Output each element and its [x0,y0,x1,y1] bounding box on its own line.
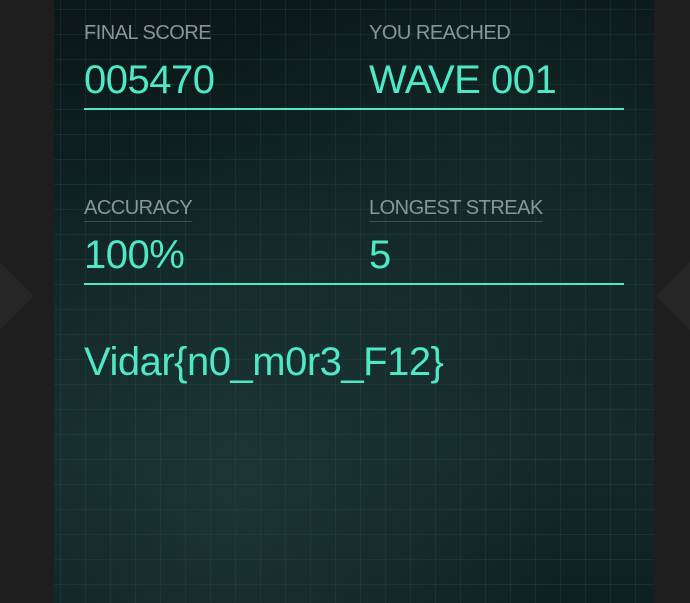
wave-reached-stat: YOU REACHED WAVE 001 [369,22,624,108]
final-score-label: FINAL SCORE [84,22,212,44]
wave-reached-label: YOU REACHED [369,22,511,44]
final-score-value: 005470 [84,58,215,102]
previous-arrow-icon[interactable] [0,262,34,330]
longest-streak-stat: LONGEST STREAK 5 [369,197,624,283]
longest-streak-label: LONGEST STREAK [369,197,543,222]
results-panel: FINAL SCORE 005470 YOU REACHED WAVE 001 … [54,0,654,603]
longest-streak-value: 5 [369,233,391,277]
final-score-stat: FINAL SCORE 005470 [84,22,344,108]
wave-reached-value: WAVE 001 [369,58,557,102]
accuracy-label: ACCURACY [84,197,193,222]
flag-text: Vidar{n0_m0r3_F12} [84,340,444,384]
top-divider [84,108,624,110]
accuracy-value: 100% [84,233,185,277]
game-over-screen: FINAL SCORE 005470 YOU REACHED WAVE 001 … [0,0,690,603]
accuracy-stat: ACCURACY 100% [84,197,344,283]
next-arrow-icon[interactable] [656,262,690,330]
middle-divider [84,283,624,285]
